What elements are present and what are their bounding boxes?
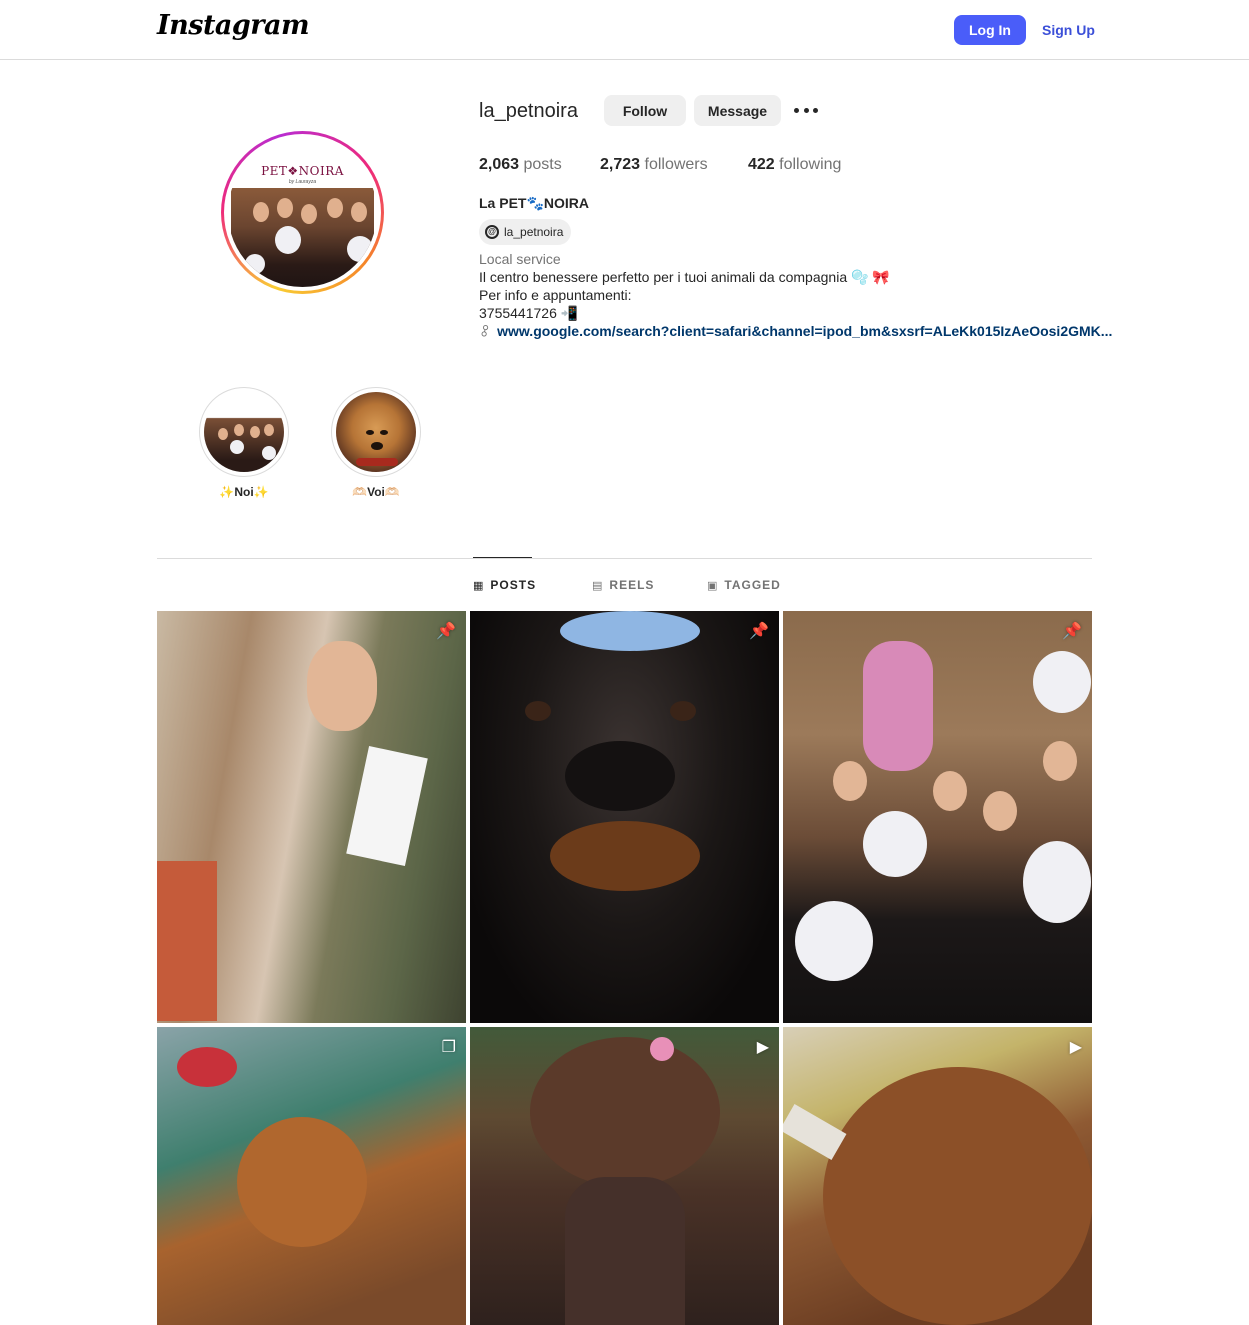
highlight-cover bbox=[204, 392, 284, 472]
avatar-logo-subtext: by Laurayza bbox=[288, 179, 317, 185]
avatar-image: PET❖NOIRA by Laurayza bbox=[228, 138, 377, 287]
more-options-icon[interactable] bbox=[794, 102, 818, 118]
highlight-label: 🫶🏻Voi🫶🏻 bbox=[352, 485, 400, 499]
reel-icon: ▶ bbox=[756, 1039, 769, 1056]
bio-line: 3755441726 📲 bbox=[479, 305, 579, 321]
post-thumbnail[interactable]: ▶ bbox=[783, 1027, 1092, 1325]
post-thumbnail[interactable]: 📌 bbox=[783, 611, 1092, 1023]
tab-label: POSTS bbox=[490, 578, 537, 592]
post-thumbnail[interactable]: ❐ bbox=[157, 1027, 466, 1325]
tabs-divider bbox=[157, 558, 1092, 559]
threads-handle: la_petnoira bbox=[504, 225, 564, 239]
tab-reels[interactable]: ▤ REELS bbox=[592, 578, 654, 592]
top-navbar: Instagram Log In Sign Up bbox=[0, 0, 1249, 60]
threads-link[interactable]: @ la_petnoira bbox=[479, 219, 572, 245]
bio-line: Il centro benessere perfetto per i tuoi … bbox=[479, 269, 890, 285]
followers-count[interactable]: 2,723 followers bbox=[600, 156, 708, 174]
bio-external-link[interactable]: www.google.com/search?client=safari&chan… bbox=[497, 323, 1112, 339]
profile-category: Local service bbox=[479, 251, 561, 267]
post-thumbnail[interactable]: 📌 bbox=[157, 611, 466, 1023]
signup-link[interactable]: Sign Up bbox=[1042, 22, 1095, 38]
tab-label: REELS bbox=[609, 578, 655, 592]
profile-username: la_petnoira bbox=[479, 100, 578, 122]
carousel-icon: ❐ bbox=[441, 1039, 456, 1056]
post-thumbnail[interactable]: ▶ bbox=[470, 1027, 779, 1325]
highlight-label: ✨Noi✨ bbox=[219, 485, 269, 499]
reel-icon: ▶ bbox=[1069, 1039, 1082, 1056]
tab-posts[interactable]: ▦ POSTS bbox=[473, 578, 536, 592]
instagram-logo[interactable]: Instagram bbox=[157, 10, 310, 41]
pinned-icon: 📌 bbox=[1062, 623, 1082, 640]
grid-icon: ▦ bbox=[473, 579, 485, 592]
post-thumbnail[interactable]: 📌 bbox=[470, 611, 779, 1023]
message-button[interactable]: Message bbox=[694, 95, 781, 126]
highlight-noi[interactable]: ✨Noi✨ bbox=[199, 387, 289, 499]
highlight-cover bbox=[336, 392, 416, 472]
avatar-photo bbox=[231, 188, 374, 287]
bio-line: Per info e appuntamenti: bbox=[479, 287, 632, 303]
login-button[interactable]: Log In bbox=[954, 15, 1026, 45]
following-count[interactable]: 422 following bbox=[748, 156, 841, 174]
highlight-voi[interactable]: 🫶🏻Voi🫶🏻 bbox=[331, 387, 421, 499]
tab-label: TAGGED bbox=[724, 578, 781, 592]
avatar-logo-text: PET❖NOIRA bbox=[261, 164, 344, 178]
profile-avatar[interactable]: PET❖NOIRA by Laurayza bbox=[221, 131, 384, 294]
active-tab-indicator bbox=[473, 557, 532, 558]
reels-icon: ▤ bbox=[592, 579, 604, 592]
tagged-icon: ▣ bbox=[707, 579, 719, 592]
pinned-icon: 📌 bbox=[436, 623, 456, 640]
profile-full-name: La PET🐾NOIRA bbox=[479, 195, 589, 211]
threads-icon: @ bbox=[485, 225, 499, 239]
bio-link-row: ☍ www.google.com/search?client=safari&ch… bbox=[475, 321, 1113, 341]
posts-count: 2,063 posts bbox=[479, 156, 562, 173]
tab-tagged[interactable]: ▣ TAGGED bbox=[707, 578, 781, 592]
follow-button[interactable]: Follow bbox=[604, 95, 686, 126]
link-icon: ☍ bbox=[475, 321, 495, 341]
pinned-icon: 📌 bbox=[749, 623, 769, 640]
